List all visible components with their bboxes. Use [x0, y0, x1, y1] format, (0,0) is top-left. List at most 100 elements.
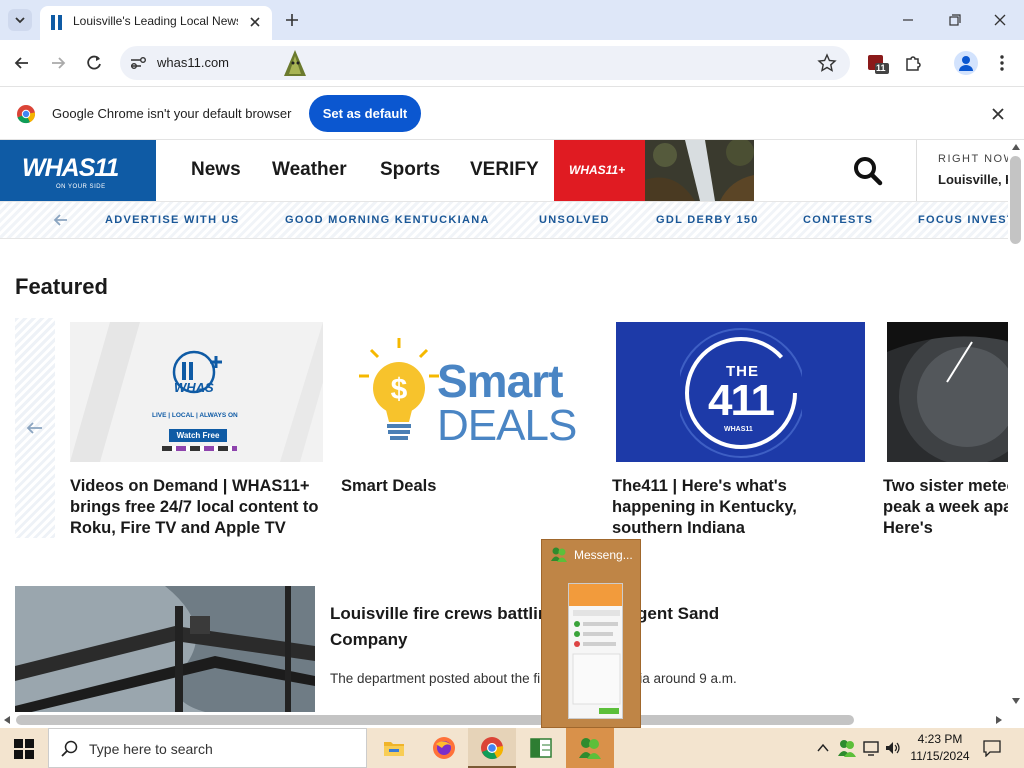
- chevron-down-icon: [15, 17, 25, 24]
- card1-logo-text: WHAS: [174, 380, 214, 395]
- messenger-preview-icon: [569, 584, 622, 714]
- card3-411-text: 411: [708, 376, 775, 425]
- extension-badge-icon[interactable]: 11: [866, 52, 892, 76]
- card-image-meteor[interactable]: [887, 322, 1008, 462]
- clock-time: 4:23 PM: [917, 732, 963, 746]
- subnav-prev-arrow-icon[interactable]: [52, 212, 70, 228]
- subnav-derby[interactable]: GDL DERBY 150: [656, 214, 759, 226]
- card-title-smart-deals[interactable]: Smart Deals: [341, 476, 591, 497]
- back-icon[interactable]: [12, 53, 32, 73]
- card-image-the411[interactable]: THE 411 WHAS11: [616, 322, 865, 462]
- extensions-puzzle-icon[interactable]: [903, 53, 923, 73]
- subnav-contests[interactable]: CONTESTS: [803, 214, 873, 226]
- vertical-scroll-thumb[interactable]: [1010, 156, 1021, 244]
- featured-heading: Featured: [15, 274, 108, 299]
- subnav-focus[interactable]: FOCUS INVESTIGATES: [918, 214, 1008, 226]
- subnav-advertise[interactable]: ADVERTISE WITH US: [105, 214, 240, 226]
- notification-center-icon[interactable]: [982, 739, 1002, 757]
- plus-label: WHAS11+: [569, 163, 626, 177]
- subnav-unsolved[interactable]: UNSOLVED: [539, 214, 610, 226]
- card1-watch-free: Watch Free: [169, 429, 227, 442]
- cursor-sprite-icon: [282, 48, 308, 78]
- subnav-good-morning[interactable]: GOOD MORNING KENTUCKIANA: [285, 214, 490, 226]
- popup-title: Messeng...: [574, 548, 633, 562]
- plus-red-panel: WHAS11+: [554, 140, 645, 201]
- nav-weather[interactable]: Weather: [272, 159, 347, 181]
- forward-icon[interactable]: [48, 53, 68, 73]
- tab-close-icon[interactable]: [245, 12, 265, 32]
- card-title-meteor[interactable]: Two sister meteor showers peak a week ap…: [883, 476, 1008, 539]
- site-logo[interactable]: WHAS11 ON YOUR SIDE: [0, 140, 156, 201]
- card-image-smart-deals[interactable]: $ Smart DEALS: [341, 322, 590, 462]
- reload-icon[interactable]: [84, 53, 104, 73]
- messenger-buddy-icon: [579, 738, 601, 759]
- webpage: WHAS11 ON YOUR SIDE News Weather Sports …: [0, 140, 1008, 712]
- tab-title: Louisville's Leading Local News: [73, 14, 238, 28]
- messenger-thumbnail-popup[interactable]: Messeng...: [541, 539, 641, 728]
- taskbar-search-box[interactable]: Type here to search: [48, 728, 367, 768]
- taskbar-messenger-button[interactable]: [566, 728, 614, 768]
- firefox-icon[interactable]: [432, 736, 456, 760]
- carousel-prev[interactable]: [15, 318, 55, 538]
- card-title-whas-plus[interactable]: Videos on Demand | WHAS11+ brings free 2…: [70, 476, 325, 539]
- volume-icon[interactable]: [884, 739, 902, 757]
- weather-location: Louisville, KY: [938, 172, 1008, 187]
- taskbar-chrome-button[interactable]: [468, 728, 516, 768]
- network-icon[interactable]: [862, 739, 880, 757]
- logo-subtitle: ON YOUR SIDE: [56, 184, 106, 190]
- profile-avatar-icon[interactable]: [954, 51, 978, 75]
- chrome-taskbar-icon: [481, 737, 504, 760]
- nav-sports[interactable]: Sports: [380, 159, 440, 181]
- chrome-logo-icon: [16, 104, 36, 124]
- scroll-left-arrow-icon[interactable]: [4, 716, 10, 724]
- nav-verify[interactable]: VERIFY: [470, 159, 539, 181]
- site-favicon-icon: [50, 14, 64, 31]
- default-browser-infobar: Google Chrome isn't your default browser…: [0, 86, 1024, 140]
- active-tab[interactable]: Louisville's Leading Local News: [40, 6, 272, 40]
- card2-deals-text: DEALS: [437, 401, 577, 450]
- platform-logos-icon: [162, 446, 237, 451]
- whas11-plus-promo[interactable]: WHAS11+: [554, 140, 754, 201]
- bookmark-star-icon[interactable]: [817, 53, 837, 73]
- window-close-icon[interactable]: [990, 10, 1010, 30]
- taskbar-clock[interactable]: 4:23 PM 11/15/2024: [908, 731, 972, 765]
- tab-strip: Louisville's Leading Local News: [0, 0, 1024, 40]
- tray-messenger-icon[interactable]: [838, 738, 856, 758]
- url-text[interactable]: whas11.com: [157, 55, 229, 70]
- infobar-message: Google Chrome isn't your default browser: [52, 106, 292, 121]
- new-tab-icon[interactable]: [282, 10, 302, 30]
- tray-overflow-chevron-icon[interactable]: [816, 742, 830, 754]
- nav-news[interactable]: News: [191, 159, 241, 181]
- kebab-menu-icon[interactable]: [992, 53, 1012, 73]
- minimize-icon[interactable]: [898, 10, 918, 30]
- lightbulb-icon: $: [359, 338, 439, 440]
- card1-tagline: LIVE | LOCAL | ALWAYS ON: [152, 412, 238, 419]
- restore-icon[interactable]: [945, 10, 965, 30]
- meteor-image-icon: [887, 322, 1008, 462]
- scroll-right-arrow-icon[interactable]: [996, 716, 1002, 724]
- search-icon[interactable]: [852, 155, 884, 187]
- weather-heading: RIGHT NOW: [938, 153, 1008, 165]
- horizontal-scroll-thumb[interactable]: [16, 715, 854, 725]
- windows-start-icon[interactable]: [14, 739, 34, 759]
- messenger-window-preview[interactable]: [568, 583, 623, 719]
- weather-widget[interactable]: RIGHT NOW Louisville, KY: [916, 140, 1008, 201]
- address-bar[interactable]: whas11.com: [120, 46, 850, 80]
- carousel-prev-arrow-icon: [25, 420, 45, 436]
- card-image-whas-plus[interactable]: WHAS LIVE | LOCAL | ALWAYS ON Watch Free: [70, 322, 323, 462]
- tab-search-button[interactable]: [8, 9, 32, 31]
- card-title-the411[interactable]: The411 | Here's what's happening in Kent…: [612, 476, 867, 539]
- scroll-up-arrow-icon[interactable]: [1012, 144, 1020, 150]
- infobar-close-icon[interactable]: [988, 104, 1008, 124]
- story-image-fire[interactable]: [15, 586, 315, 712]
- site-info-icon[interactable]: [128, 54, 148, 72]
- logo-text: WHAS11: [22, 154, 119, 182]
- file-explorer-icon[interactable]: [383, 738, 405, 758]
- sub-navigation: ADVERTISE WITH US GOOD MORNING KENTUCKIA…: [0, 201, 1008, 239]
- set-as-default-button[interactable]: Set as default: [309, 95, 421, 132]
- scroll-down-arrow-icon[interactable]: [1012, 698, 1020, 704]
- spreadsheet-app-icon[interactable]: [530, 737, 552, 759]
- windows-taskbar: Type here to search 4:23 PM 11/15/2024: [0, 728, 1024, 768]
- waterfall-image-icon: [645, 140, 754, 201]
- fire-scene-image-icon: [15, 586, 315, 712]
